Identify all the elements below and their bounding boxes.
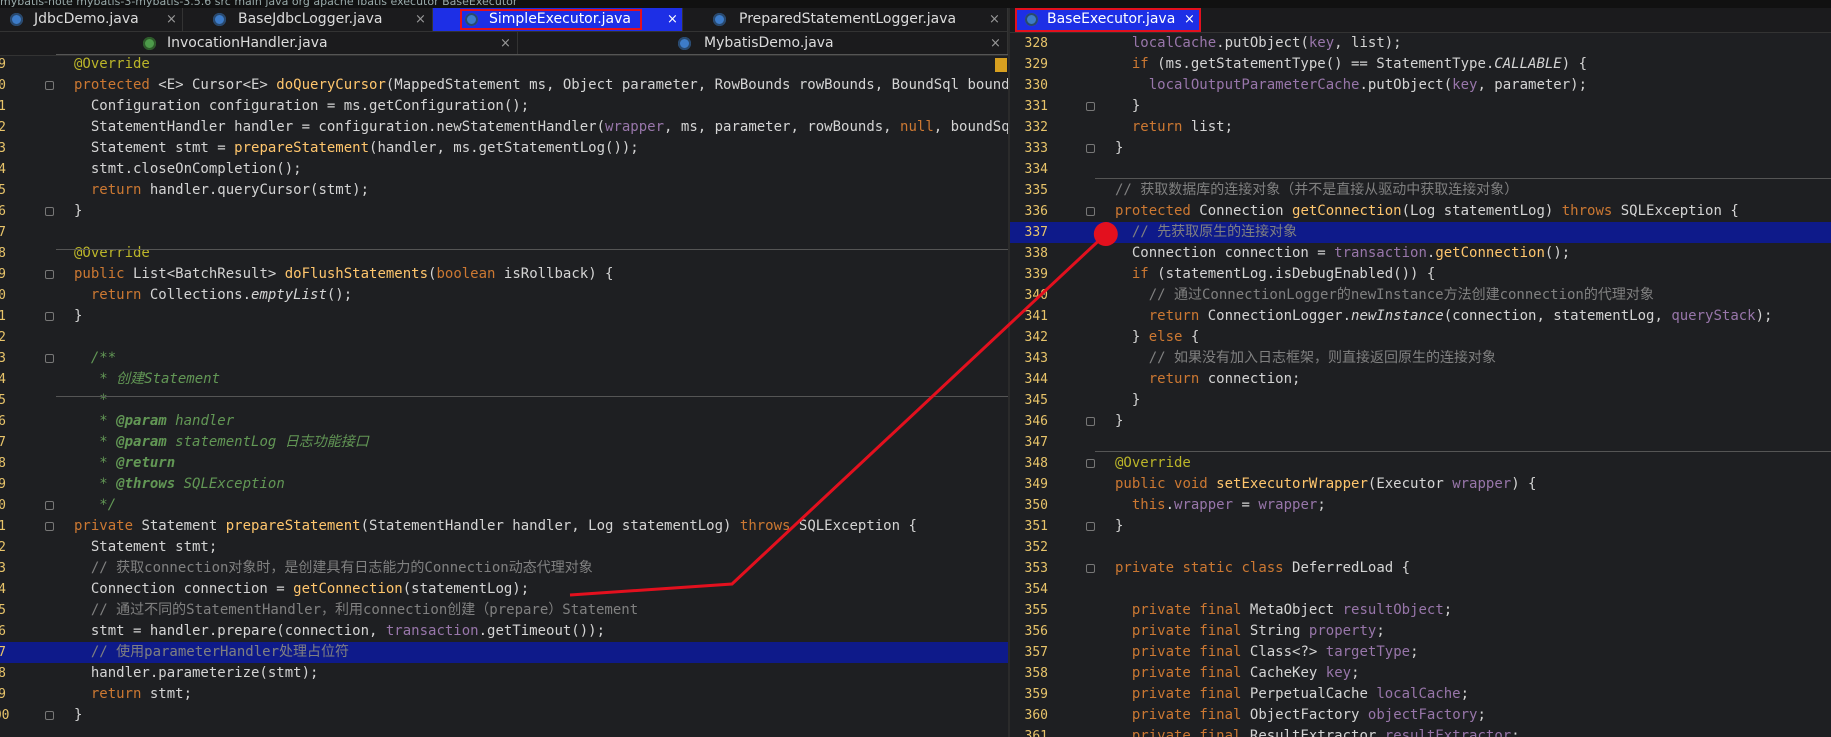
annotation-arrow <box>569 222 1118 597</box>
